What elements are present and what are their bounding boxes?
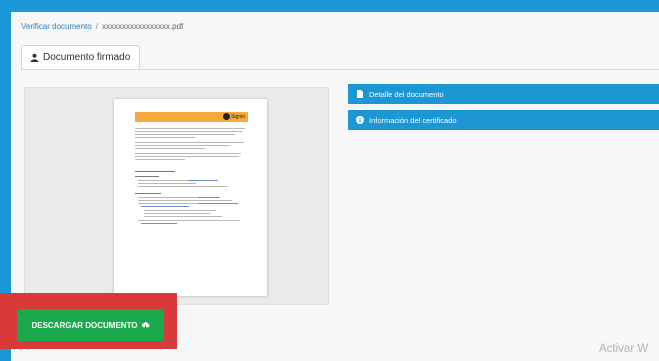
document-preview: Signio — [24, 87, 329, 305]
user-icon — [30, 53, 39, 62]
download-document-button[interactable]: DESCARGAR DOCUMENTO — [17, 309, 164, 341]
breadcrumb-separator: / — [95, 22, 98, 31]
file-icon — [356, 90, 364, 98]
tab-label: Documento firmado — [43, 52, 131, 63]
document-page: Signio — [114, 99, 267, 296]
download-button-label: DESCARGAR DOCUMENTO — [31, 320, 138, 330]
certificate-info-button[interactable]: Información del certificado — [348, 110, 659, 130]
breadcrumb-verify-link[interactable]: Verificar documento — [21, 22, 92, 31]
breadcrumb: Verificar documento / xxxxxxxxxxxxxxxxx.pd… — [21, 22, 183, 31]
document-banner: Signio — [135, 112, 248, 122]
document-logo-text: Signio — [231, 113, 245, 120]
tab-divider — [21, 69, 659, 70]
tab-signed-document[interactable]: Documento firmado — [21, 45, 140, 69]
document-details-button[interactable]: Detalle del documento — [348, 84, 659, 104]
activation-watermark: Activar W — [599, 343, 649, 355]
breadcrumb-file-name: xxxxxxxxxxxxxxxxx.pdf — [101, 22, 184, 31]
certificate-info-label: Información del certificado — [369, 115, 457, 125]
document-details-label: Detalle del documento — [369, 89, 444, 99]
signature-logo-icon: Signio — [223, 113, 245, 120]
cloud-download-icon — [141, 321, 150, 330]
info-icon — [356, 116, 364, 124]
